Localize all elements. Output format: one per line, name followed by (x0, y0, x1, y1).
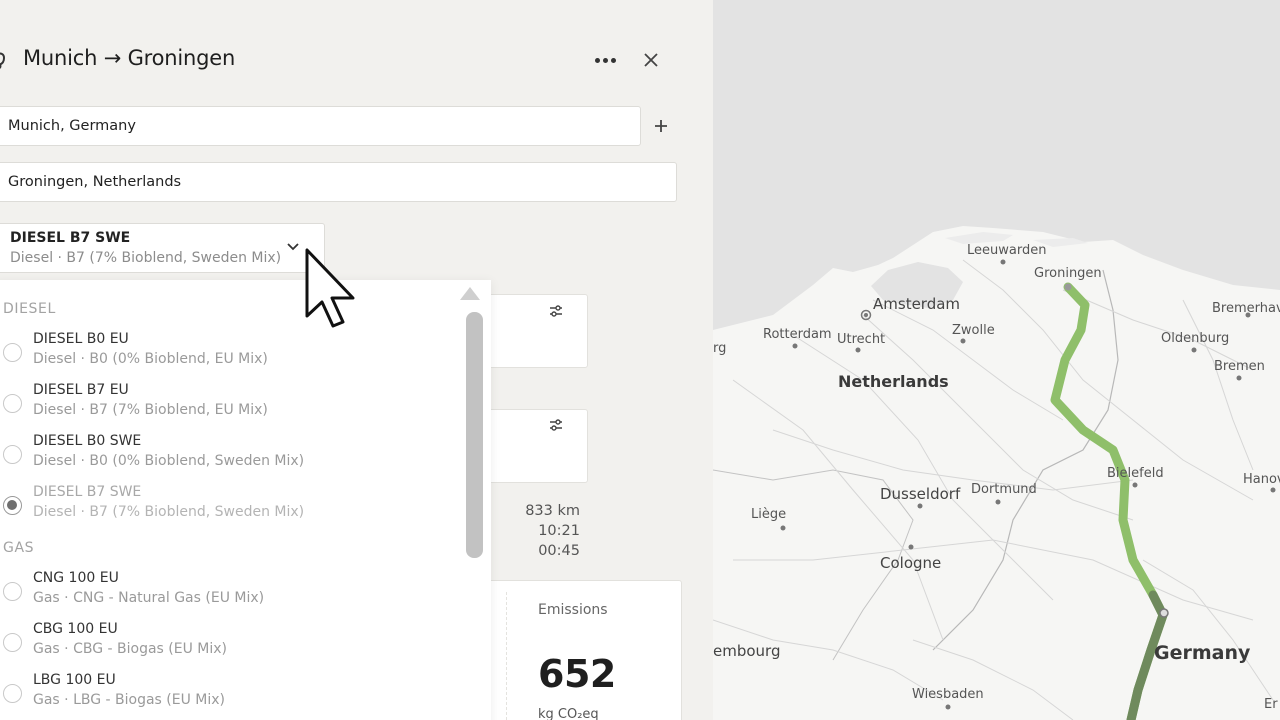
route-distance: 833 km (525, 503, 580, 519)
fuel-option-description: Gas · LBG - Biogas (EU Mix) (33, 692, 226, 708)
map-label-bielefeld: Bielefeld (1107, 466, 1164, 481)
divider (506, 592, 507, 720)
route-duration: 10:21 (538, 523, 580, 539)
scroll-up-arrow-icon[interactable] (460, 287, 480, 300)
fuel-option-name: DIESEL B7 SWE (33, 484, 142, 500)
map-label-cologne: Cologne (880, 554, 942, 572)
fuel-option-name: DIESEL B0 EU (33, 331, 129, 347)
fuel-dropdown: DIESEL DIESEL B0 EU Diesel · B0 (0% Biob… (0, 280, 491, 720)
radio-button-checked[interactable] (3, 496, 22, 515)
radio-button[interactable] (3, 343, 22, 362)
fuel-option[interactable]: CBG 100 EU Gas · CBG - Biogas (EU Mix) (0, 621, 454, 667)
emissions-card (470, 580, 682, 720)
fuel-type-select[interactable]: DIESEL B7 SWE Diesel · B7 (7% Bioblend, … (0, 223, 325, 273)
map-label-dortmund: Dortmund (971, 482, 1037, 497)
group-label-gas: GAS (3, 540, 35, 556)
map-label-germany: Germany (1154, 642, 1251, 664)
fuel-option[interactable]: LBG 100 EU Gas · LBG - Biogas (EU Mix) (0, 672, 454, 718)
map-label-rg: rg (713, 341, 727, 356)
map-label-dusseldorf: Dusseldorf (880, 485, 961, 503)
map-label-luxembourg: embourg (713, 642, 781, 660)
fuel-option-name: DIESEL B7 EU (33, 382, 129, 398)
fuel-option[interactable]: CNG 100 EU Gas · CNG - Natural Gas (EU M… (0, 570, 454, 616)
fuel-option-description: Diesel · B7 (7% Bioblend, Sweden Mix) (33, 504, 305, 520)
fuel-option[interactable]: DIESEL B0 SWE Diesel · B0 (0% Bioblend, … (0, 433, 454, 479)
fuel-option[interactable]: DIESEL B7 EU Diesel · B7 (7% Bioblend, E… (0, 382, 454, 428)
emissions-unit: kg CO₂eq (538, 707, 599, 720)
map-view[interactable]: Leeuwarden Groningen Amsterdam Bremerhav… (713, 0, 1280, 720)
radio-button[interactable] (3, 445, 22, 464)
fuel-option-description: Gas · CNG - Natural Gas (EU Mix) (33, 590, 265, 606)
emissions-label: Emissions (538, 602, 608, 618)
map-label-zwolle: Zwolle (952, 323, 995, 338)
map-label-bremerhaven: Bremerhav (1212, 301, 1280, 316)
map-label-amsterdam: Amsterdam (873, 295, 961, 313)
scrollbar-thumb[interactable] (466, 312, 483, 558)
page-title: Munich → Groningen (23, 46, 236, 70)
map-label-hanover: Hanov (1243, 472, 1280, 487)
group-label-diesel: DIESEL (3, 301, 56, 317)
tune-icon[interactable] (548, 303, 564, 319)
fuel-option-selected[interactable]: DIESEL B7 SWE Diesel · B7 (7% Bioblend, … (0, 484, 454, 530)
destination-field[interactable]: Groningen, Netherlands (0, 162, 677, 202)
map-label-liege: Liège (751, 507, 787, 522)
origin-field[interactable]: Munich, Germany (0, 106, 641, 146)
map-label-er: Er (1264, 697, 1278, 712)
route-panel: Munich → Groningen Munich, Germany Groni… (0, 0, 713, 720)
fuel-option-name: CNG 100 EU (33, 570, 119, 586)
radio-button[interactable] (3, 633, 22, 652)
fuel-select-name: DIESEL B7 SWE (10, 230, 131, 246)
map-label-rotterdam: Rotterdam (763, 327, 832, 342)
map-label-utrecht: Utrecht (837, 332, 886, 347)
chevron-down-icon[interactable] (286, 242, 300, 252)
fuel-select-description: Diesel · B7 (7% Bioblend, Sweden Mix) (10, 250, 282, 266)
more-options-button[interactable] (591, 48, 619, 72)
fuel-option-name: LBG 100 EU (33, 672, 116, 688)
tune-icon[interactable] (548, 417, 564, 433)
plus-icon[interactable] (652, 116, 670, 136)
fuel-option-description: Diesel · B7 (7% Bioblend, EU Mix) (33, 402, 268, 418)
route-icon (0, 52, 6, 69)
map-label-oldenburg: Oldenburg (1161, 331, 1230, 346)
map-canvas (713, 0, 1280, 720)
map-label-groningen: Groningen (1034, 266, 1102, 281)
fuel-option-name: DIESEL B0 SWE (33, 433, 142, 449)
emissions-value: 652 (538, 652, 616, 696)
mouse-cursor-icon (305, 248, 355, 328)
fuel-option-description: Diesel · B0 (0% Bioblend, EU Mix) (33, 351, 268, 367)
radio-button[interactable] (3, 394, 22, 413)
radio-button[interactable] (3, 684, 22, 703)
map-label-leeuwarden: Leeuwarden (967, 243, 1047, 258)
fuel-option[interactable]: DIESEL B0 EU Diesel · B0 (0% Bioblend, E… (0, 331, 454, 377)
close-icon[interactable] (640, 49, 662, 71)
fuel-option-name: CBG 100 EU (33, 621, 118, 637)
fuel-option-description: Diesel · B0 (0% Bioblend, Sweden Mix) (33, 453, 305, 469)
fuel-option-description: Gas · CBG - Biogas (EU Mix) (33, 641, 227, 657)
map-label-bremen: Bremen (1214, 359, 1265, 374)
route-stop-time: 00:45 (538, 543, 580, 559)
more-dots-icon (594, 57, 600, 63)
radio-button[interactable] (3, 582, 22, 601)
map-label-netherlands: Netherlands (838, 372, 949, 391)
map-label-wiesbaden: Wiesbaden (912, 687, 984, 702)
